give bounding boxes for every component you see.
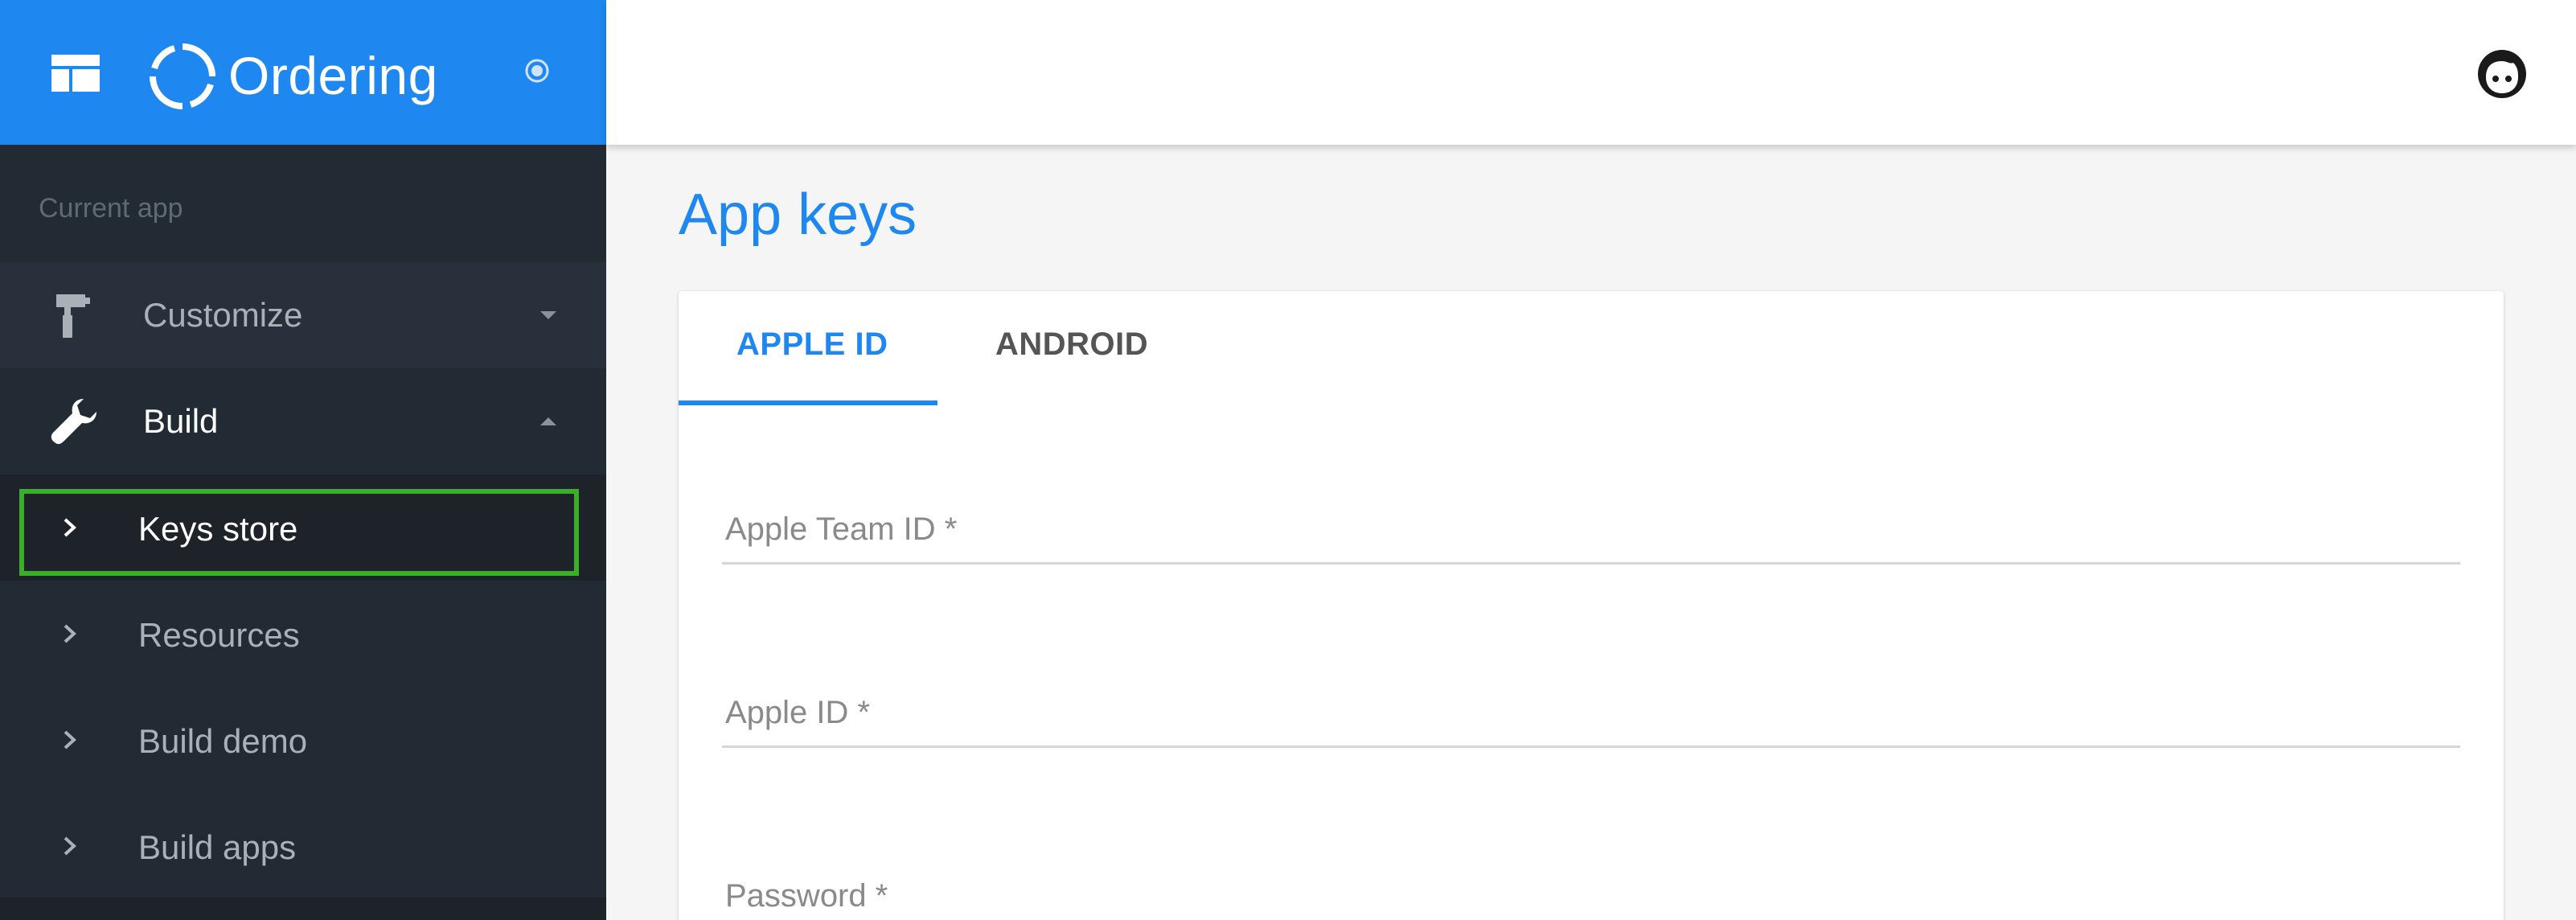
sidebar-header: Ordering [0,0,606,145]
wrench-icon [51,399,96,445]
app-keys-card: APPLE ID ANDROID [679,291,2504,920]
password-field[interactable]: Password * [722,843,2460,920]
top-bar [606,0,2576,145]
tab-bar: APPLE ID ANDROID [679,291,2504,407]
apple-team-id-field[interactable]: Apple Team ID * [722,476,2460,565]
chevron-right-icon [64,730,76,750]
logo-ring-icon [150,43,215,109]
user-avatar-icon[interactable] [2475,47,2529,101]
field-label: Password * [725,878,888,914]
sidebar-next-item-edge [0,897,606,920]
tab-android[interactable]: ANDROID [995,327,1148,363]
apple-id-field[interactable]: Apple ID * [722,659,2460,748]
caret-up-icon [540,417,556,425]
section-label-current-app: Current app [39,193,183,224]
sidebar: Ordering Current app Customize Build Key… [0,0,606,920]
paint-roller-icon [56,294,90,338]
sidebar-item-label: Customize [143,296,303,334]
chevron-right-icon [64,836,76,856]
active-tab-indicator [679,400,937,405]
field-label: Apple Team ID * [725,511,958,547]
tab-apple-id[interactable]: APPLE ID [736,327,888,363]
sidebar-subitem-build-apps[interactable]: Build apps [0,793,606,899]
sidebar-subitem-label: Resources [138,616,300,654]
dashboard-layout-icon[interactable] [51,55,100,92]
radio-dot-icon[interactable] [524,58,550,84]
page-title: App keys [679,183,917,247]
caret-down-icon [540,311,556,319]
sidebar-item-build[interactable]: Build [0,368,606,474]
chevron-right-icon [64,624,76,643]
sidebar-subitem-resources[interactable]: Resources [0,581,606,687]
sidebar-item-label: Build [143,402,219,440]
app-name: Ordering [228,46,438,105]
sidebar-subitem-label: Build demo [138,722,308,760]
selection-highlight [19,489,579,576]
sidebar-subitem-label: Build apps [138,828,297,866]
sidebar-item-customize[interactable]: Customize [0,262,606,368]
sidebar-subitem-build-demo[interactable]: Build demo [0,687,606,793]
field-label: Apple ID * [725,695,871,730]
